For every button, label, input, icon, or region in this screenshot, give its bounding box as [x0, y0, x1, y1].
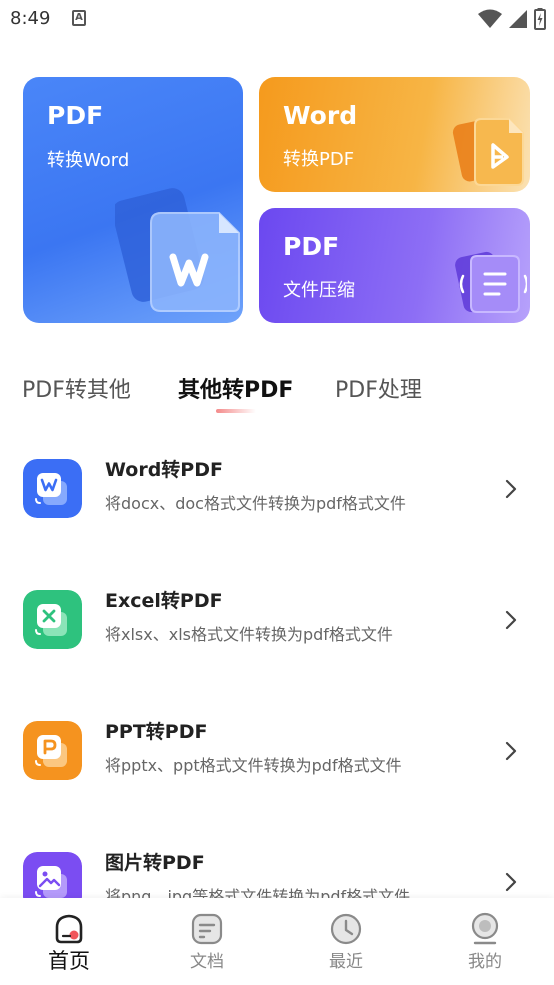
- chevron-right-icon: [505, 610, 517, 630]
- item-description: 将xlsx、xls格式文件转换为pdf格式文件: [105, 625, 393, 644]
- ppt-icon: [23, 721, 82, 780]
- word-to-pdf-card[interactable]: Word 转换PDF: [259, 77, 530, 192]
- nav-profile[interactable]: 我的: [416, 898, 554, 985]
- list-item-ppt-to-pdf[interactable]: PPT转PDF 将pptx、ppt格式文件转换为pdf格式文件: [0, 707, 554, 817]
- bottom-navigation: 首页 文档 最近 我的: [0, 898, 554, 985]
- status-time: 8:49: [10, 8, 51, 29]
- document-icon: [191, 913, 223, 945]
- category-tabs: PDF转其他 其他转PDF PDF处理: [0, 368, 554, 418]
- nav-documents[interactable]: 文档: [138, 898, 276, 985]
- list-item-word-to-pdf[interactable]: Word转PDF 将docx、doc格式文件转换为pdf格式文件: [0, 445, 554, 555]
- chevron-right-icon: [505, 479, 517, 499]
- status-bar: 8:49 A: [0, 0, 554, 40]
- pdf-compress-title: PDF: [283, 232, 340, 261]
- nav-label: 最近: [329, 952, 363, 972]
- item-title: Word转PDF: [105, 459, 223, 481]
- home-icon: [55, 914, 83, 944]
- item-title: Excel转PDF: [105, 590, 223, 612]
- nav-label: 首页: [48, 949, 90, 973]
- profile-icon: [471, 912, 499, 945]
- excel-icon: [23, 590, 82, 649]
- nav-label: 我的: [468, 952, 502, 972]
- active-tab-indicator: [216, 409, 256, 413]
- pdf-compress-card[interactable]: PDF 文件压缩: [259, 208, 530, 323]
- pdf-compress-subtitle: 文件压缩: [283, 280, 355, 301]
- pdf-to-word-title: PDF: [47, 101, 104, 130]
- chevron-right-icon: [505, 741, 517, 761]
- tab-pdf-to-other[interactable]: PDF转其他: [22, 372, 131, 404]
- item-title: PPT转PDF: [105, 721, 208, 743]
- word-icon: [23, 459, 82, 518]
- word-to-pdf-title: Word: [283, 101, 358, 130]
- word-document-icon: [115, 188, 240, 312]
- list-item-excel-to-pdf[interactable]: Excel转PDF 将xlsx、xls格式文件转换为pdf格式文件: [0, 576, 554, 686]
- battery-icon: [534, 8, 546, 30]
- nav-home[interactable]: 首页: [0, 898, 138, 985]
- pdf-document-icon: [452, 118, 524, 186]
- signal-icon: [509, 10, 527, 28]
- wifi-icon: [478, 9, 502, 28]
- clock-icon: [330, 913, 362, 945]
- status-icons: [478, 8, 546, 30]
- item-title: 图片转PDF: [105, 852, 205, 874]
- nav-recent[interactable]: 最近: [277, 898, 415, 985]
- nav-label: 文档: [190, 952, 224, 972]
- compress-icon: [455, 251, 527, 313]
- tab-pdf-processing[interactable]: PDF处理: [335, 372, 422, 404]
- chevron-right-icon: [505, 872, 517, 892]
- pdf-to-word-card[interactable]: PDF 转换Word: [23, 77, 243, 323]
- pdf-to-word-subtitle: 转换Word: [47, 150, 130, 171]
- notification-icon: A: [72, 10, 86, 26]
- tab-other-to-pdf[interactable]: 其他转PDF: [178, 372, 293, 404]
- item-description: 将pptx、ppt格式文件转换为pdf格式文件: [105, 756, 402, 775]
- word-to-pdf-subtitle: 转换PDF: [283, 149, 355, 170]
- item-description: 将docx、doc格式文件转换为pdf格式文件: [105, 494, 406, 513]
